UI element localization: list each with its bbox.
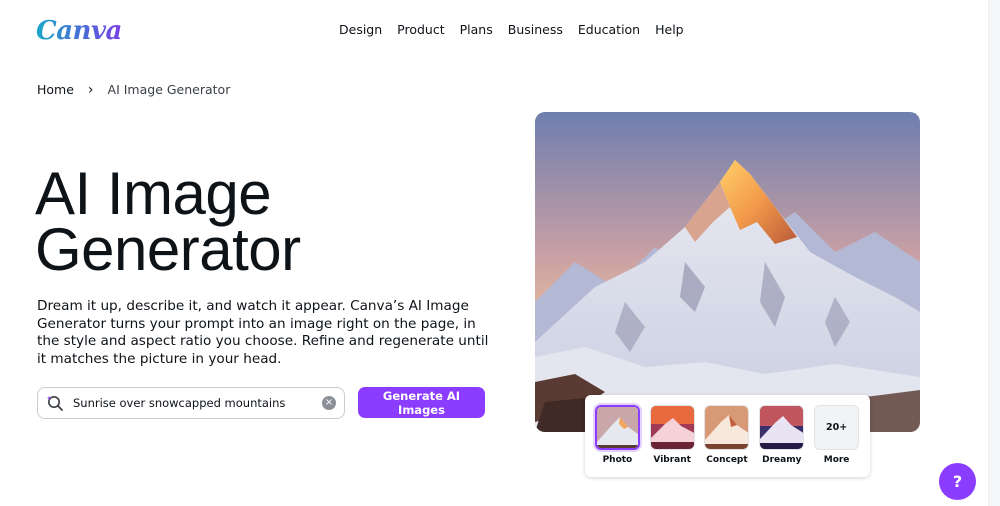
- nav-plans[interactable]: Plans: [460, 22, 493, 37]
- nav-product[interactable]: Product: [397, 22, 444, 37]
- more-styles-count: 20+: [814, 405, 860, 450]
- clear-icon[interactable]: ×: [322, 396, 336, 410]
- style-label-photo: Photo: [602, 455, 633, 465]
- prompt-input[interactable]: [73, 396, 322, 410]
- breadcrumb-current: AI Image Generator: [107, 82, 231, 97]
- style-thumb-vibrant: [649, 405, 695, 450]
- style-option-photo[interactable]: Photo: [594, 405, 641, 477]
- style-picker: Photo Vibrant Concept Dreamy 20+ More: [585, 395, 870, 477]
- top-nav: Design Product Plans Business Education …: [339, 22, 684, 37]
- nav-business[interactable]: Business: [508, 22, 563, 37]
- title-line-2: Generator: [35, 216, 301, 283]
- style-label-more: More: [823, 455, 850, 465]
- nav-design[interactable]: Design: [339, 22, 382, 37]
- scrollbar[interactable]: [988, 0, 1000, 506]
- style-option-more[interactable]: 20+ More: [813, 405, 860, 477]
- magic-search-icon: [47, 396, 63, 411]
- style-thumb-dreamy: [759, 405, 805, 450]
- style-label-concept: Concept: [706, 455, 748, 465]
- style-option-concept[interactable]: Concept: [704, 405, 751, 477]
- page-title: AI Image Generator: [35, 164, 455, 280]
- style-label-vibrant: Vibrant: [653, 455, 691, 465]
- style-option-vibrant[interactable]: Vibrant: [649, 405, 696, 477]
- breadcrumb: Home › AI Image Generator: [37, 82, 230, 97]
- page: Canva Design Product Plans Business Educ…: [0, 0, 1000, 506]
- style-thumb-photo: [594, 405, 640, 450]
- generate-ai-images-button[interactable]: Generate AI Images: [358, 387, 485, 418]
- style-option-dreamy[interactable]: Dreamy: [758, 405, 805, 477]
- nav-help[interactable]: Help: [655, 22, 684, 37]
- hero-mountain-image: [535, 112, 920, 432]
- style-thumb-concept: [704, 405, 750, 450]
- style-label-dreamy: Dreamy: [762, 455, 802, 465]
- chevron-right-icon: ›: [87, 81, 94, 98]
- help-button[interactable]: ?: [939, 463, 976, 500]
- nav-education[interactable]: Education: [578, 22, 640, 37]
- prompt-search-box: ×: [37, 387, 345, 419]
- breadcrumb-home[interactable]: Home: [37, 82, 74, 97]
- canva-logo[interactable]: Canva: [36, 14, 122, 48]
- page-description: Dream it up, describe it, and watch it a…: [37, 298, 489, 368]
